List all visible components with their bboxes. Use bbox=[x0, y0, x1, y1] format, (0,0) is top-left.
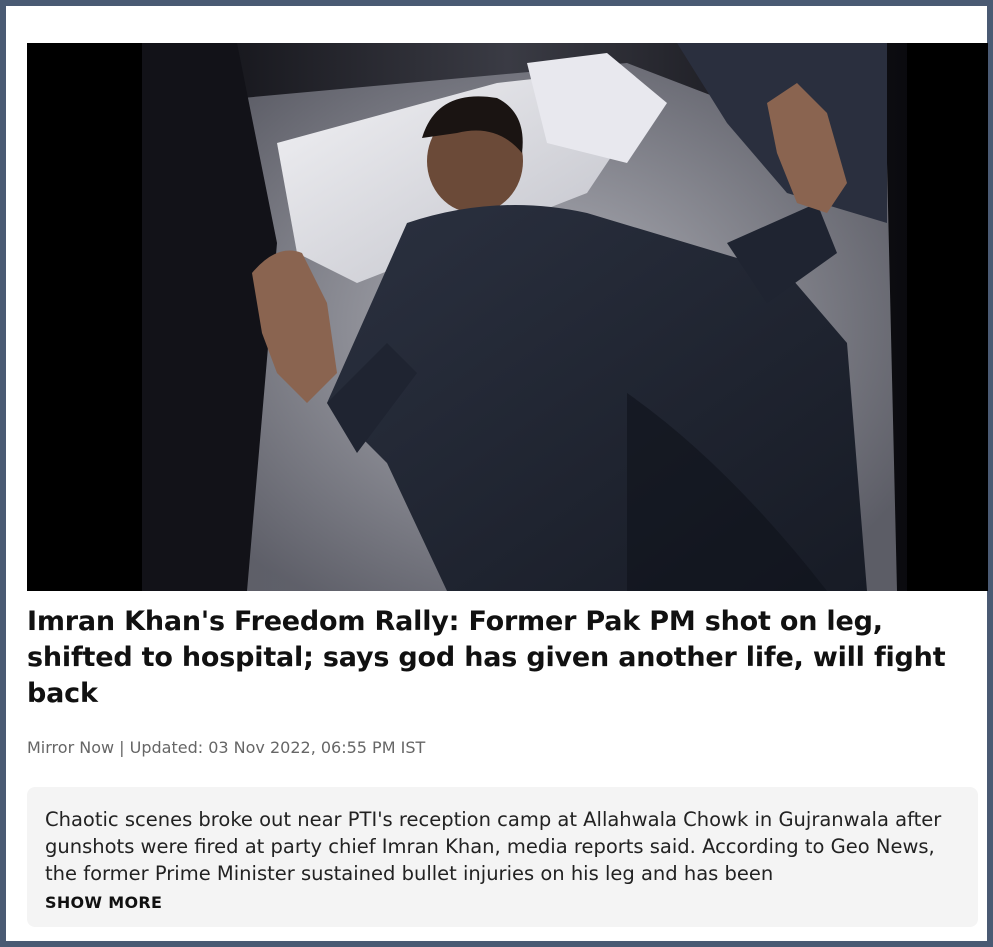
article-summary-box: Chaotic scenes broke out near PTI's rece… bbox=[27, 787, 978, 927]
show-more-button[interactable]: SHOW MORE bbox=[45, 893, 162, 912]
article-photo[interactable] bbox=[27, 43, 988, 591]
article-card: Imran Khan's Freedom Rally: Former Pak P… bbox=[0, 0, 993, 947]
article-byline: Mirror Now | Updated: 03 Nov 2022, 06:55… bbox=[27, 738, 426, 757]
article-headline[interactable]: Imran Khan's Freedom Rally: Former Pak P… bbox=[27, 604, 982, 712]
photo-illustration bbox=[27, 43, 988, 591]
article-summary: Chaotic scenes broke out near PTI's rece… bbox=[45, 808, 942, 885]
